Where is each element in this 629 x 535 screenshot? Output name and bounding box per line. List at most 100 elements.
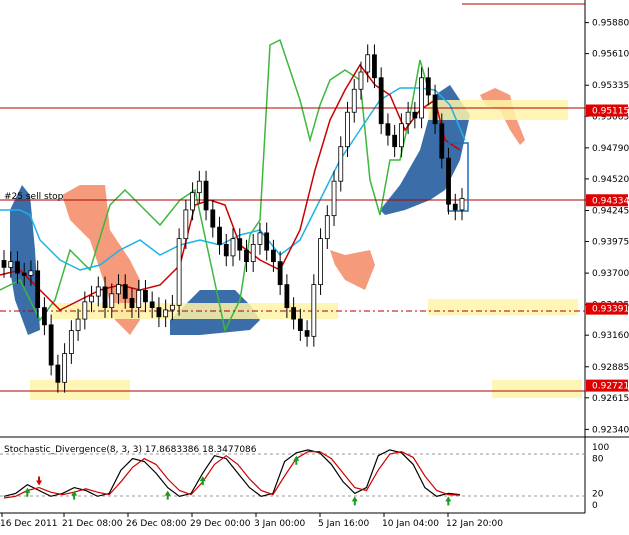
candle-body bbox=[459, 198, 465, 211]
up-arrow-icon bbox=[164, 490, 171, 500]
candle-body bbox=[129, 297, 135, 308]
time-tick-label: 21 Dec 08:00 bbox=[62, 519, 123, 529]
candle-body bbox=[1, 260, 7, 268]
candle-body bbox=[15, 261, 20, 274]
candle-body bbox=[95, 286, 101, 297]
price-tick-label: 0.94520 bbox=[592, 175, 629, 185]
stochastic-tick-label: 20 bbox=[592, 489, 604, 499]
up-arrow-icon bbox=[24, 487, 31, 497]
cloud-salmon-mid bbox=[330, 250, 375, 290]
candle-body bbox=[116, 284, 121, 295]
candle-body bbox=[210, 209, 216, 228]
candle-body bbox=[446, 157, 451, 205]
price-tick-label: 0.93975 bbox=[592, 238, 629, 248]
price-tick-label: 0.92885 bbox=[592, 363, 629, 373]
stochastic-axis-ticks: 100 80 20 0 bbox=[592, 443, 609, 511]
candle-body bbox=[21, 272, 27, 276]
candle-body bbox=[297, 318, 303, 331]
candle-body bbox=[271, 249, 276, 263]
candle-body bbox=[372, 54, 377, 79]
price-tick-label: 0.92340 bbox=[592, 425, 629, 435]
time-tick-label: 3 Jan 00:00 bbox=[254, 519, 306, 529]
candle-body bbox=[291, 307, 297, 320]
candle-body bbox=[122, 284, 128, 299]
highlight-box bbox=[492, 380, 582, 398]
candle-body bbox=[365, 54, 371, 73]
price-tick-label: 0.94790 bbox=[592, 144, 629, 154]
candle-body bbox=[230, 238, 236, 257]
candle-body bbox=[89, 295, 94, 303]
candle-body bbox=[452, 203, 458, 211]
candle-body bbox=[68, 330, 74, 354]
candle-body bbox=[237, 238, 243, 251]
time-axis-ticks: 16 Dec 2011 21 Dec 08:00 26 Dec 08:00 29 De… bbox=[0, 513, 503, 529]
candle-body bbox=[257, 232, 263, 245]
candle-body bbox=[28, 270, 34, 276]
candle-body bbox=[8, 261, 14, 268]
stochastic-main-line bbox=[3, 449, 461, 497]
candle-body bbox=[358, 71, 364, 90]
candle-body bbox=[425, 77, 431, 96]
candle-body bbox=[311, 284, 317, 337]
candle-body bbox=[385, 123, 391, 136]
candle-body bbox=[136, 289, 142, 308]
candle-body bbox=[149, 301, 155, 308]
candle-body bbox=[217, 226, 222, 245]
candle-body bbox=[338, 146, 344, 182]
candle-body bbox=[304, 330, 310, 337]
candle-body bbox=[35, 270, 41, 308]
candle-body bbox=[176, 238, 182, 306]
candle-body bbox=[102, 286, 108, 308]
stochastic-lines bbox=[3, 449, 461, 499]
stochastic-signal-line bbox=[3, 450, 461, 499]
stochastic-tick-label: 100 bbox=[592, 443, 609, 453]
stochastic-tick-label: 80 bbox=[592, 455, 604, 465]
candle-body bbox=[250, 243, 256, 263]
candle-body bbox=[156, 307, 162, 318]
price-tick-label: 0.92615 bbox=[592, 394, 629, 404]
candle-body bbox=[48, 324, 54, 366]
candle-body bbox=[284, 284, 290, 308]
price-tick-label: 0.95610 bbox=[592, 50, 629, 60]
candle-body bbox=[398, 123, 404, 148]
time-tick-label: 29 Dec 00:00 bbox=[190, 519, 251, 529]
candle-body bbox=[163, 309, 169, 318]
chart-canvas: #25 sell stop 0.958800.956100.953350.950… bbox=[0, 0, 629, 529]
candle-body bbox=[190, 192, 195, 211]
candle-body bbox=[55, 364, 61, 383]
price-tick-label: 0.94245 bbox=[592, 206, 629, 216]
candle-body bbox=[432, 94, 438, 125]
candle-body bbox=[183, 209, 189, 240]
price-tick-label: 0.95335 bbox=[592, 81, 629, 91]
candle-body bbox=[412, 111, 418, 119]
stochastic-tick-label: 0 bbox=[592, 501, 598, 511]
time-tick-label: 16 Dec 2011 bbox=[0, 519, 58, 529]
candle-body bbox=[318, 238, 323, 286]
candle-body bbox=[351, 88, 357, 113]
candle-body bbox=[223, 243, 229, 257]
price-tick-label: 0.95880 bbox=[592, 19, 629, 29]
candle-body bbox=[277, 261, 283, 286]
price-tick-label: 0.93700 bbox=[592, 269, 629, 279]
down-arrow-icon bbox=[36, 476, 43, 486]
candle-body bbox=[331, 180, 337, 217]
stochastic-divergence-arrows bbox=[24, 455, 452, 506]
time-tick-label: 26 Dec 08:00 bbox=[126, 519, 187, 529]
price-level-tag-label: 0.94334 bbox=[592, 196, 629, 206]
candle-body bbox=[419, 77, 424, 119]
candle-body bbox=[42, 307, 47, 326]
candle-body bbox=[203, 180, 209, 211]
candle-body bbox=[62, 353, 68, 383]
candle-body bbox=[392, 134, 398, 148]
candle-body bbox=[324, 215, 330, 240]
time-tick-label: 12 Jan 20:00 bbox=[446, 519, 503, 529]
candle-body bbox=[378, 77, 384, 125]
up-arrow-icon bbox=[351, 496, 358, 506]
candle-body bbox=[345, 111, 350, 148]
order-object-label: #25 sell stop bbox=[4, 192, 64, 202]
price-level-tag-label: 0.95115 bbox=[592, 107, 629, 117]
candle-body bbox=[439, 123, 445, 159]
candle-body bbox=[143, 289, 148, 303]
price-axis-ticks: 0.958800.956100.953350.950650.947900.945… bbox=[585, 19, 629, 435]
candle-body bbox=[109, 293, 115, 308]
